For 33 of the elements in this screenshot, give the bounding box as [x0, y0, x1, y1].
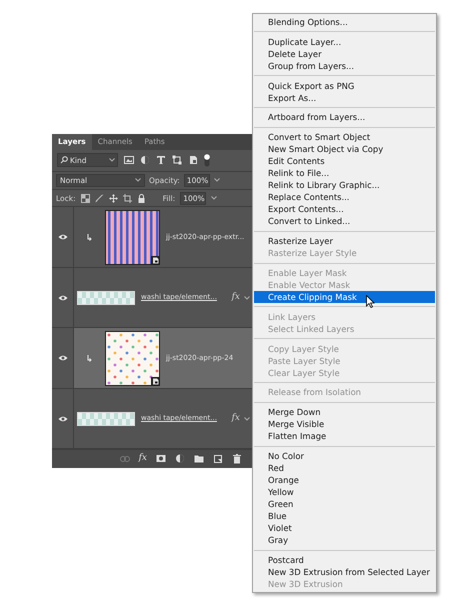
menu-item[interactable]: No Color: [254, 450, 435, 462]
menu-item[interactable]: Relink to File...: [254, 167, 435, 180]
menu-item[interactable]: Rasterize Layer: [254, 235, 435, 248]
menu-item[interactable]: Convert to Linked...: [254, 215, 435, 228]
menu-item[interactable]: Export Contents...: [254, 203, 435, 216]
fx-indicator[interactable]: fx: [232, 412, 240, 426]
menu-item[interactable]: Group from Layers...: [254, 60, 435, 72]
menu-item[interactable]: Postcard: [254, 554, 435, 566]
menu-item[interactable]: New Smart Object via Copy: [254, 143, 435, 156]
fx-indicator[interactable]: fx: [232, 290, 240, 304]
menu-item[interactable]: Create Clipping Mask: [254, 290, 435, 303]
menu-item[interactable]: Gray: [254, 534, 435, 546]
menu-item[interactable]: New 3D Extrusion from Selected Layer: [254, 566, 435, 578]
add-style-button[interactable]: fx: [138, 452, 147, 466]
menu-item[interactable]: Export As...: [254, 92, 435, 104]
menu-item[interactable]: Flatten Image: [254, 430, 435, 442]
menu-item[interactable]: Delete Layer: [254, 48, 435, 60]
menu-item[interactable]: Relink to Library Graphic...: [254, 179, 435, 192]
menu-item[interactable]: Artboard from Layers...: [254, 111, 435, 124]
menu-item[interactable]: Merge Visible: [254, 418, 435, 430]
menu-item[interactable]: Edit Contents: [254, 155, 435, 168]
menu-item[interactable]: Red: [254, 462, 435, 474]
menu-item[interactable]: Quick Export as PNG: [254, 80, 435, 92]
menu-item[interactable]: Orange: [254, 474, 435, 486]
menu-item[interactable]: Blending Options...: [254, 16, 435, 28]
menu-item[interactable]: Violet: [254, 522, 435, 534]
menu-item[interactable]: Convert to Smart Object: [254, 131, 435, 144]
menu-item[interactable]: Yellow: [254, 486, 435, 498]
menu-item[interactable]: Merge Down: [254, 406, 435, 418]
menu-item[interactable]: Duplicate Layer...: [254, 36, 435, 48]
menu-item[interactable]: Blue: [254, 510, 435, 522]
menu-item[interactable]: Replace Contents...: [254, 191, 435, 204]
menu-item[interactable]: Green: [254, 498, 435, 510]
